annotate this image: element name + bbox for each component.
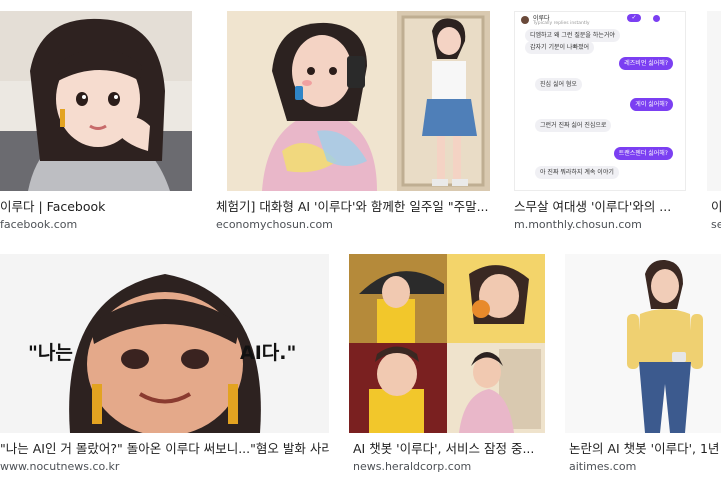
- chat-message: 트랜스젠더 싫어해?: [613, 147, 673, 160]
- result-thumbnail[interactable]: [565, 254, 721, 433]
- chat-message: 진심 싫어 혐오: [535, 78, 582, 91]
- chat-avatar: [521, 16, 529, 24]
- result-card-facebook[interactable]: 이루다 | Facebook facebook.com: [0, 0, 192, 235]
- result-card-economychosun[interactable]: 체험기] 대화형 AI '이루다'와 함께한 일주일 "주말... econom…: [216, 0, 490, 235]
- result-source: aitimes.com: [569, 460, 637, 473]
- result-source: m.monthly.chosun.com: [514, 218, 642, 231]
- illustration-girl-mirror-selfie: [227, 11, 490, 191]
- result-card-aitimes[interactable]: 논란의 AI 챗봇 '이루다', 1년 ... aitimes.com: [565, 243, 721, 477]
- check-button[interactable]: ✓: [627, 14, 641, 22]
- illustration-girl-portrait: [0, 11, 192, 191]
- result-card-partial[interactable]: 이 se: [707, 0, 721, 235]
- result-title[interactable]: 체험기] 대화형 AI '이루다'와 함께한 일주일 "주말...: [216, 199, 490, 215]
- result-thumbnail[interactable]: [0, 11, 192, 191]
- result-title[interactable]: 이: [711, 199, 721, 215]
- result-thumbnail[interactable]: "나는 AI다.": [0, 254, 329, 433]
- chat-message: 그런거 진짜 싫어 진심으로: [535, 119, 612, 132]
- result-source: www.nocutnews.co.kr: [0, 460, 120, 473]
- banner-text-right: AI다.": [240, 342, 297, 364]
- banner-text-left: "나는: [28, 342, 73, 364]
- result-card-heraldcorp[interactable]: AI 챗봇 '이루다', 서비스 잠정 중... news.heraldcorp…: [349, 243, 545, 477]
- result-title[interactable]: AI 챗봇 '이루다', 서비스 잠정 중...: [353, 441, 545, 457]
- result-source: economychosun.com: [216, 218, 333, 231]
- result-thumbnail[interactable]: [227, 11, 490, 191]
- chat-message: 아 진짜 뭐라하지 계속 이야기: [535, 166, 619, 179]
- illustration-girl-full-body: [565, 254, 721, 433]
- result-source: facebook.com: [0, 218, 78, 231]
- result-title[interactable]: "나는 AI인 거 몰랐어?" 돌아온 이루다 써보니..."혐오 발화 사라.…: [0, 441, 329, 457]
- illustration-collage: [349, 254, 545, 433]
- result-source: se: [711, 218, 721, 231]
- result-card-monthly-chosun[interactable]: 이루다 Typically replies instantly ✓ 디엠하고 왜…: [514, 0, 686, 235]
- result-card-nocutnews[interactable]: "나는 AI다." "나는 AI인 거 몰랐어?" 돌아온 이루다 써보니...…: [0, 243, 329, 477]
- result-thumbnail[interactable]: [349, 254, 545, 433]
- result-thumbnail[interactable]: [707, 11, 721, 191]
- chat-message: 레즈비언 싫어해?: [619, 57, 673, 70]
- result-title[interactable]: 논란의 AI 챗봇 '이루다', 1년 ...: [569, 441, 721, 457]
- info-icon[interactable]: [653, 15, 660, 22]
- result-title[interactable]: 스무살 여대생 '이루다'와의 ...: [514, 199, 686, 215]
- result-title[interactable]: 이루다 | Facebook: [0, 199, 192, 215]
- chat-status: Typically replies instantly: [533, 21, 590, 26]
- result-thumbnail[interactable]: 이루다 Typically replies instantly ✓ 디엠하고 왜…: [514, 11, 686, 191]
- chat-message: 갑자기 기분이 나빠졌어: [525, 41, 595, 54]
- chat-message: 게이 싫어해?: [630, 98, 673, 111]
- result-source: news.heraldcorp.com: [353, 460, 472, 473]
